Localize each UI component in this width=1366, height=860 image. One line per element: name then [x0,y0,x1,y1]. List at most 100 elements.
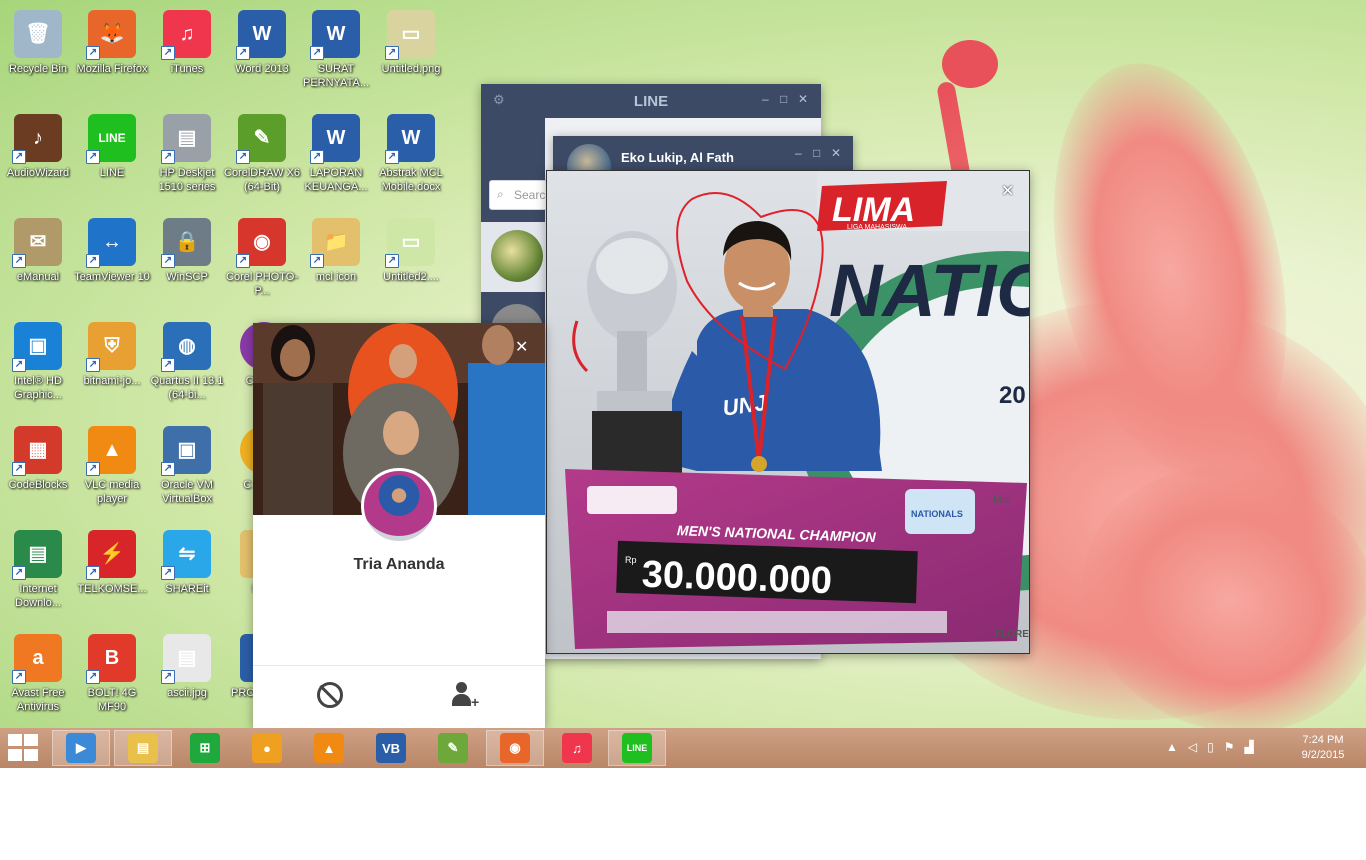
desktop-icon[interactable]: ▤ ↗ ascii.jpg [149,628,225,728]
desktop-icon[interactable]: W ↗ LAPORAN KEUANGA... [298,108,374,208]
shortcut-arrow-icon: ↗ [236,254,250,268]
chevron-up-icon[interactable]: ▲ [1166,740,1188,754]
close-icon[interactable]: ✕ [798,92,808,106]
flag-icon[interactable]: ⚑ [1224,740,1245,754]
desktop-icon-label: mcl icon [315,271,357,283]
app-glyph: 🦊 [99,23,125,45]
shortcut-arrow-icon: ↗ [161,670,175,684]
taskbar-app-browser-orb[interactable]: ● [238,730,296,766]
desktop-icon[interactable]: a ↗ Avast Free Antivirus [0,628,76,728]
taskbar-app-firefox[interactable]: ◉ [486,730,544,766]
desktop-icon[interactable]: ✎ ↗ CorelDRAW X6 (64-Bit) [224,108,300,208]
photo-viewer[interactable]: LIMA LIGA MAHASISWA NATIO 20 UNJ [546,170,1030,654]
desktop-icon[interactable]: ▣ ↗ Intel® HD Graphic... [0,316,76,416]
desktop-icon[interactable]: ▤ ↗ HP Deskjet 1510 series [149,108,225,208]
desktop-icon[interactable]: ⛨ ↗ bitnami-jo... [74,316,150,416]
desktop-icon-label: SHAREit [165,583,209,595]
shortcut-arrow-icon: ↗ [385,46,399,60]
chat-list-item[interactable] [481,222,545,292]
app-icon: B ↗ [86,634,136,684]
chat-title: Eko Lukip, Al Fath [621,150,734,165]
taskbar-app-notepad[interactable]: ✎ [424,730,482,766]
taskbar-app-line[interactable]: LINE [608,730,666,766]
line-main-titlebar[interactable]: ⚙ LINE – □ ✕ [481,84,821,118]
desktop-icon[interactable]: ▭ ↗ Untitled.png [373,4,449,104]
line-icon: LINE [622,733,652,763]
taskbar-app-itunes[interactable]: ♫ [548,730,606,766]
close-icon[interactable]: ✕ [831,146,841,160]
taskbar-app-vlc[interactable]: ▲ [300,730,358,766]
desktop-icon[interactable]: ⚡ ↗ TELKOMSE... [74,524,150,624]
close-icon[interactable]: ✕ [1001,181,1014,201]
desktop-icon[interactable]: ▣ ↗ Oracle VM VirtualBox [149,420,225,520]
desktop-icon[interactable]: 🔒 ↗ WinSCP [149,212,225,312]
desktop-icon[interactable]: W ↗ Word 2013 [224,4,300,104]
shortcut-arrow-icon: ↗ [12,358,26,372]
start-button[interactable] [8,734,40,762]
search-input[interactable]: Search [514,188,548,202]
desktop-icon[interactable]: ◍ ↗ Quartus II 13.1 (64-bi... [149,316,225,416]
floor-text: FLORE [995,629,1029,640]
volume-icon[interactable]: ◁ [1188,740,1207,754]
search-field[interactable]: ⌕ Search [489,180,549,210]
taskbar: ▶ ▤ ⊞ ● ▲ VB ✎ ◉ ♫ LINE ▲◁▯⚑▟ 7:24 PM 9/2/2015 [0,728,1366,768]
app-glyph: W [252,23,272,45]
desktop-icon-label: SURAT PERNYATA... [302,63,369,89]
taskbar-app-media-player[interactable]: ▶ [52,730,110,766]
shortcut-arrow-icon: ↗ [310,254,324,268]
add-friend-icon[interactable]: + [451,682,481,710]
desktop-icon[interactable]: LINE ↗ LINE [74,108,150,208]
desktop-icon[interactable]: 🦊 ↗ Mozilla Firefox [74,4,150,104]
minimize-icon[interactable]: – [762,92,769,106]
profile-popup[interactable]: ✕ Tria Ananda + [253,323,545,728]
app-icon: W ↗ [385,114,435,164]
desktop-icon[interactable]: ↔ ↗ TeamViewer 10 [74,212,150,312]
clock[interactable]: 7:24 PM 9/2/2015 [1290,733,1356,763]
chat-list-item[interactable] [481,294,545,356]
desktop-icon[interactable]: W ↗ Abstrak MCL Mobile.docx [373,108,449,208]
search-icon: ⌕ [497,187,504,201]
block-icon[interactable] [317,682,343,708]
desktop-icon[interactable]: ⇋ ↗ SHAREit [149,524,225,624]
desktop-icon-label: iTunes [170,63,204,75]
app-glyph: ⇋ [178,543,196,565]
desktop-icon[interactable]: B ↗ BOLT! 4G MF90 [74,628,150,728]
vlc-icon: ▲ [314,733,344,763]
shortcut-arrow-icon: ↗ [310,46,324,60]
close-icon[interactable]: ✕ [515,337,528,357]
app-glyph: W [326,23,346,45]
desktop-icon[interactable]: ▤ ↗ Internet Downlo... [0,524,76,624]
app-glyph: 🗑 [25,23,51,45]
virtualbox-icon: VB [376,733,406,763]
itunes-icon: ♫ [562,733,592,763]
desktop-icon[interactable]: 🗑 Recycle Bin [0,4,76,104]
desktop-icon[interactable]: ✉ ↗ eManual [0,212,76,312]
app-glyph: ↔ [102,231,122,253]
desktop[interactable]: 🗑 Recycle Bin 🦊 ↗ Mozilla Firefox ♫ ↗ iTunes W ↗ W… [0,0,1366,768]
maximize-icon[interactable]: □ [813,146,820,160]
battery-icon[interactable]: ▯ [1207,740,1224,754]
app-glyph: ✉ [29,231,47,253]
taskbar-app-virtualbox[interactable]: VB [362,730,420,766]
minimize-icon[interactable]: – [795,146,802,160]
desktop-icon[interactable]: ▦ ↗ CodeBlocks [0,420,76,520]
desktop-icon[interactable]: ▲ ↗ VLC media player [74,420,150,520]
desktop-icon[interactable]: ◉ ↗ Corel PHOTO-P... [224,212,300,312]
year-text: 20 [999,382,1026,409]
desktop-icon-label: WinSCP [166,271,208,283]
taskbar-app-file-explorer[interactable]: ▤ [114,730,172,766]
check-amount: 30.000.000 [641,554,833,603]
signal-icon[interactable]: ▟ [1245,740,1264,754]
wallpaper-stamen [942,40,998,88]
desktop-icon[interactable]: ♫ ↗ iTunes [149,4,225,104]
desktop-icon[interactable]: ▭ ↗ Untitled2.... [373,212,449,312]
desktop-icon[interactable]: W ↗ SURAT PERNYATA... [298,4,374,104]
taskbar-app-store[interactable]: ⊞ [176,730,234,766]
desktop-icon-label: ascii.jpg [167,687,207,699]
app-glyph: ▤ [28,543,48,565]
photo-image: LIMA LIGA MAHASISWA NATIO 20 UNJ [547,171,1029,653]
desktop-icon-label: TeamViewer 10 [74,271,150,283]
desktop-icon[interactable]: 📁 ↗ mcl icon [298,212,374,312]
desktop-icon[interactable]: ♪ ↗ AudioWizard [0,108,76,208]
maximize-icon[interactable]: □ [780,92,787,106]
